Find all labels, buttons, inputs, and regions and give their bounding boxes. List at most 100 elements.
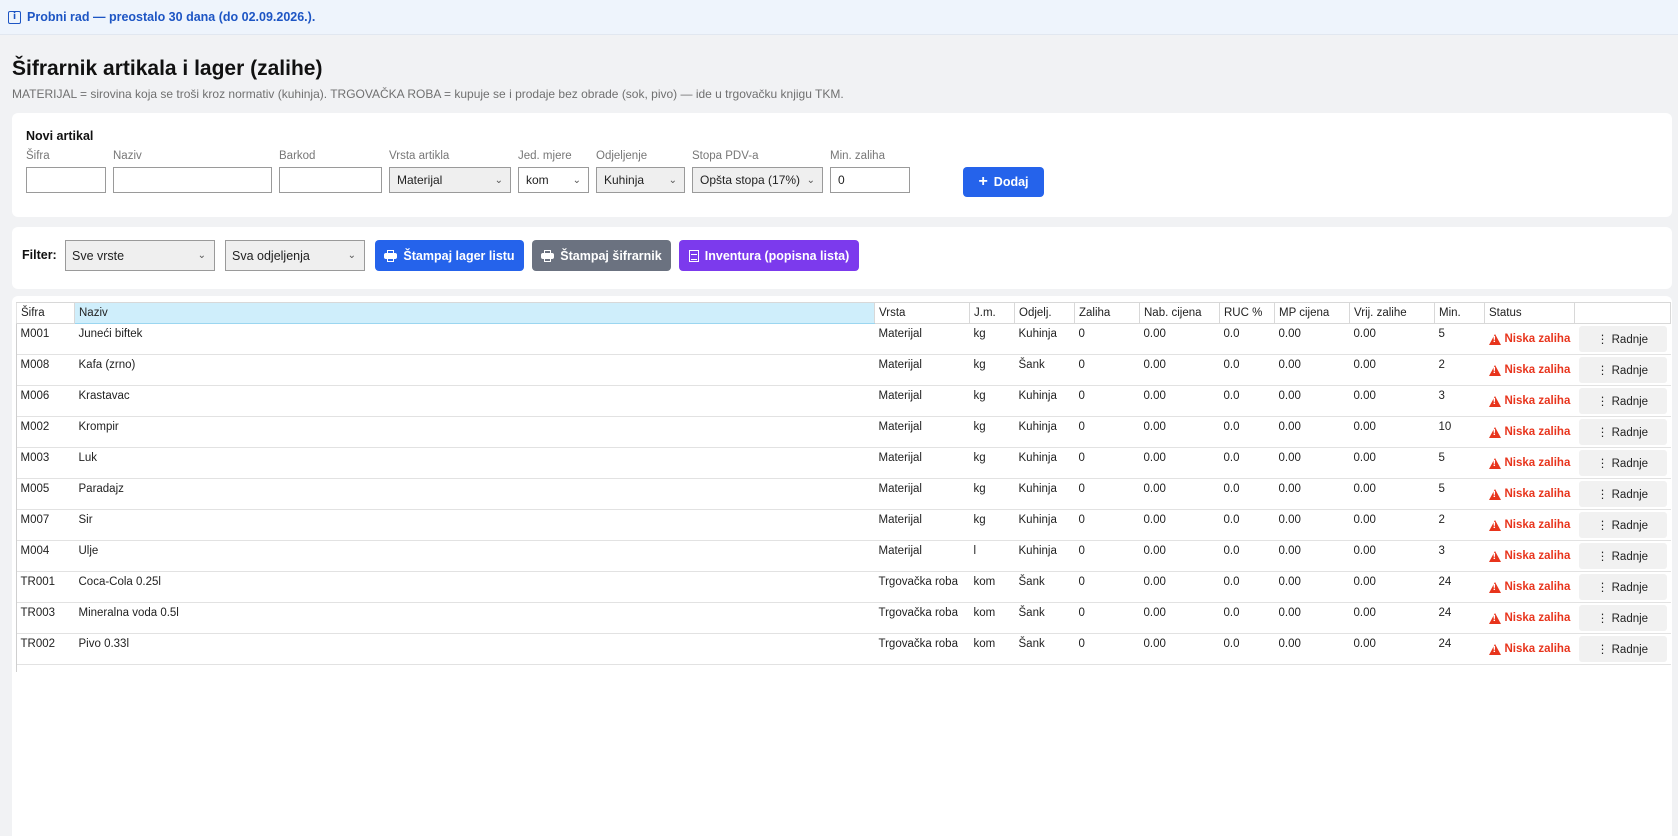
- table-row[interactable]: M002 Krompir Materijal kg Kuhinja 0 0.00 0.0 0.0…: [16, 416, 1671, 448]
- column-header-nab-cijena[interactable]: Nab. cijena: [1139, 302, 1220, 324]
- column-header-odjeljenje[interactable]: Odjelj.: [1014, 302, 1075, 324]
- table-row[interactable]: M005 Paradajz Materijal kg Kuhinja 0 0.00 0.0 0.…: [16, 478, 1671, 510]
- vrsta-select[interactable]: Materijal ⌄: [389, 167, 511, 193]
- row-actions-button[interactable]: ⋮ Radnje: [1578, 636, 1667, 662]
- column-header-sifra[interactable]: Šifra: [16, 302, 75, 324]
- cell-mp-cijena: 0.00: [1274, 447, 1350, 479]
- cell-jm: kom: [969, 571, 1015, 603]
- row-actions-button[interactable]: ⋮ Radnje: [1578, 326, 1667, 352]
- page-title: Šifrarnik artikala i lager (zalihe): [12, 57, 323, 80]
- column-header-jm[interactable]: J.m.: [969, 302, 1015, 324]
- table-row[interactable]: M007 Sir Materijal kg Kuhinja 0 0.00 0.0 0.00 0.0…: [16, 509, 1671, 541]
- warning-icon: [1488, 581, 1501, 593]
- warning-icon: [1488, 643, 1501, 655]
- sifra-input[interactable]: [26, 167, 106, 193]
- filter-vrste-value: Sve vrste: [72, 248, 125, 263]
- add-article-button[interactable]: + Dodaj: [963, 167, 1044, 197]
- row-actions-button[interactable]: ⋮ Radnje: [1578, 450, 1667, 476]
- cell-odjeljenje: Šank: [1014, 633, 1075, 665]
- table-row[interactable]: M008 Kafa (zrno) Materijal kg Šank 0 0.00 0.0 0.…: [16, 354, 1671, 386]
- row-actions-button[interactable]: ⋮ Radnje: [1578, 357, 1667, 383]
- status-badge: Niska zaliha: [1488, 488, 1571, 500]
- odjeljenje-select[interactable]: Kuhinja ⌄: [596, 167, 685, 193]
- cell-actions: ⋮ Radnje: [1574, 385, 1671, 417]
- row-actions-button[interactable]: ⋮ Radnje: [1578, 419, 1667, 445]
- row-actions-button[interactable]: ⋮ Radnje: [1578, 481, 1667, 507]
- row-actions-button[interactable]: ⋮ Radnje: [1578, 543, 1667, 569]
- cell-jm: kom: [969, 602, 1015, 634]
- articles-table: Šifra Naziv Vrsta J.m. Odjelj. Zaliha Na…: [16, 302, 1671, 665]
- cell-ruc: 0.0: [1219, 478, 1275, 510]
- cell-ruc: 0.0: [1219, 571, 1275, 603]
- table-row[interactable]: M006 Krastavac Materijal kg Kuhinja 0 0.00 0.0 0…: [16, 385, 1671, 417]
- cell-jm: kg: [969, 509, 1015, 541]
- print-sifrarnik-button[interactable]: Štampaj šifrarnik: [532, 240, 671, 271]
- print-lager-button[interactable]: Štampaj lager listu: [375, 240, 524, 271]
- cell-min: 24: [1434, 602, 1485, 634]
- column-header-mp-cijena[interactable]: MP cijena: [1274, 302, 1350, 324]
- row-actions-button[interactable]: ⋮ Radnje: [1578, 574, 1667, 600]
- cell-ruc: 0.0: [1219, 354, 1275, 386]
- warning-icon: [1488, 426, 1501, 438]
- cell-mp-cijena: 0.00: [1274, 478, 1350, 510]
- cell-actions: ⋮ Radnje: [1574, 571, 1671, 603]
- column-header-vrij-zalihe[interactable]: Vrij. zalihe: [1349, 302, 1435, 324]
- table-row[interactable]: TR002 Pivo 0.33l Trgovačka roba kom Šank 0 0.0…: [16, 633, 1671, 665]
- cell-jm: kg: [969, 323, 1015, 355]
- cell-ruc: 0.0: [1219, 416, 1275, 448]
- cell-vrsta: Materijal: [874, 509, 970, 541]
- cell-sifra: M007: [16, 509, 75, 541]
- cell-naziv: Krompir: [74, 416, 875, 448]
- cell-status: Niska zaliha: [1484, 447, 1575, 479]
- cell-sifra: M001: [16, 323, 75, 355]
- cell-actions: ⋮ Radnje: [1574, 323, 1671, 355]
- column-header-vrsta[interactable]: Vrsta: [874, 302, 970, 324]
- status-badge: Niska zaliha: [1488, 333, 1571, 345]
- jm-select[interactable]: kom ⌄: [518, 167, 589, 193]
- vrsta-select-value: Materijal: [397, 173, 443, 187]
- cell-zaliha: 0: [1074, 416, 1140, 448]
- table-row[interactable]: M001 Juneći biftek Materijal kg Kuhinja 0 0.00…: [16, 323, 1671, 355]
- cell-mp-cijena: 0.00: [1274, 323, 1350, 355]
- cell-min: 2: [1434, 354, 1485, 386]
- pdv-select[interactable]: Opšta stopa (17%) ⌄: [692, 167, 823, 193]
- cell-min: 24: [1434, 571, 1485, 603]
- column-header-status[interactable]: Status: [1484, 302, 1575, 324]
- table-row[interactable]: TR001 Coca-Cola 0.25l Trgovačka roba kom Šan…: [16, 571, 1671, 603]
- barkod-field-group: Barkod: [279, 150, 382, 193]
- cell-min: 5: [1434, 478, 1485, 510]
- chevron-down-icon: ⌄: [572, 174, 581, 186]
- cell-mp-cijena: 0.00: [1274, 602, 1350, 634]
- barkod-input[interactable]: [279, 167, 382, 193]
- column-header-min[interactable]: Min.: [1434, 302, 1485, 324]
- column-header-zaliha[interactable]: Zaliha: [1074, 302, 1140, 324]
- pdv-label: Stopa PDV-a: [692, 150, 759, 162]
- cell-zaliha: 0: [1074, 478, 1140, 510]
- column-header-ruc[interactable]: RUC %: [1219, 302, 1275, 324]
- min-zaliha-input[interactable]: 0: [830, 167, 910, 193]
- jm-label: Jed. mjere: [518, 150, 572, 162]
- warning-icon: [1488, 612, 1501, 624]
- table-row[interactable]: M004 Ulje Materijal l Kuhinja 0 0.00 0.0 0.00 0.0…: [16, 540, 1671, 572]
- row-actions-button[interactable]: ⋮ Radnje: [1578, 512, 1667, 538]
- table-row[interactable]: TR003 Mineralna voda 0.5l Trgovačka roba ko…: [16, 602, 1671, 634]
- status-badge: Niska zaliha: [1488, 395, 1571, 407]
- filter-vrste-select[interactable]: Sve vrste ⌄: [65, 240, 215, 271]
- cell-mp-cijena: 0.00: [1274, 354, 1350, 386]
- cell-naziv: Pivo 0.33l: [74, 633, 875, 665]
- cell-odjeljenje: Kuhinja: [1014, 323, 1075, 355]
- table-row[interactable]: M003 Luk Materijal kg Kuhinja 0 0.00 0.0 0.00 0.0…: [16, 447, 1671, 479]
- row-actions-button[interactable]: ⋮ Radnje: [1578, 605, 1667, 631]
- inventura-button[interactable]: Inventura (popisna lista): [679, 240, 859, 271]
- cell-vrsta: Materijal: [874, 385, 970, 417]
- column-header-naziv[interactable]: Naziv: [74, 302, 875, 324]
- chevron-down-icon: ⌄: [197, 250, 206, 261]
- filter-odjeljenja-select[interactable]: Sva odjeljenja ⌄: [225, 240, 365, 271]
- cell-mp-cijena: 0.00: [1274, 385, 1350, 417]
- cell-sifra: TR002: [16, 633, 75, 665]
- row-actions-button[interactable]: ⋮ Radnje: [1578, 388, 1667, 414]
- status-text: Niska zaliha: [1504, 519, 1571, 531]
- chevron-down-icon: ⌄: [806, 174, 815, 186]
- naziv-input[interactable]: [113, 167, 272, 193]
- warning-icon: [1488, 395, 1501, 407]
